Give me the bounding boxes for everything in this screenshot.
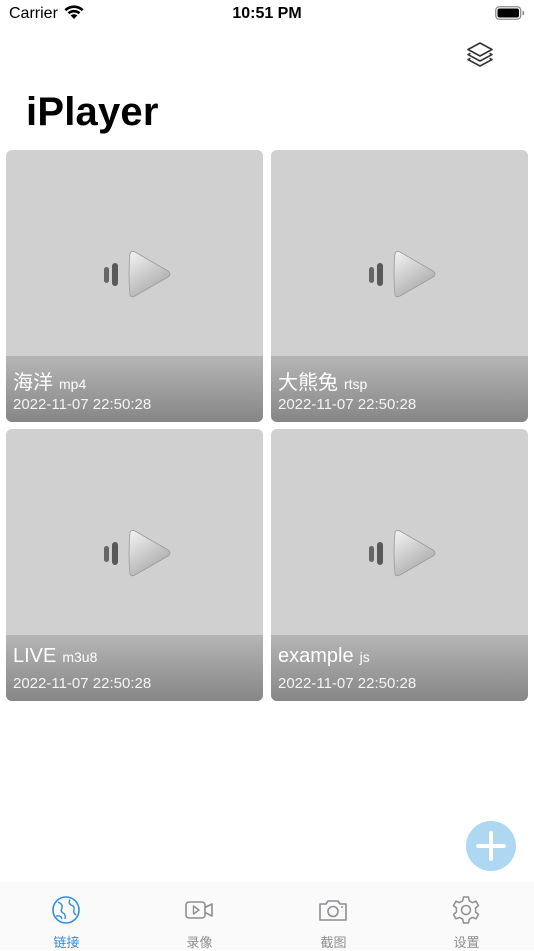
tab-recordings[interactable]: 录像 xyxy=(133,882,266,951)
video-camera-icon xyxy=(185,901,213,919)
card-name: example xyxy=(278,645,354,667)
card-title-row: LIVE m3u8 xyxy=(13,645,97,668)
tab-screenshots[interactable]: 截图 xyxy=(267,882,400,951)
card-name: LIVE xyxy=(13,645,57,667)
tab-label: 录像 xyxy=(186,936,213,951)
gear-icon xyxy=(452,896,480,924)
layers-button[interactable] xyxy=(462,40,498,70)
card-date: 2022-11-07 22:50:28 xyxy=(278,675,417,692)
status-bar: Carrier 10:51 PM xyxy=(0,0,534,30)
tab-links[interactable]: 链接 xyxy=(0,882,133,951)
play-speaker-icon xyxy=(104,250,171,298)
status-time: 10:51 PM xyxy=(232,5,302,22)
tab-label: 截图 xyxy=(320,936,347,951)
card-date: 2022-11-07 22:50:28 xyxy=(278,396,417,413)
tab-label: 链接 xyxy=(53,936,80,951)
media-card[interactable]: LIVE m3u8 2022-11-07 22:50:28 xyxy=(6,429,263,701)
media-card[interactable]: example js 2022-11-07 22:50:28 xyxy=(271,429,528,701)
tab-settings[interactable]: 设置 xyxy=(400,882,533,951)
media-grid: 海洋 mp4 2022-11-07 22:50:28 大熊兔 rtsp 2022-1… xyxy=(6,150,528,702)
globe-icon xyxy=(52,896,80,924)
media-card[interactable]: 海洋 mp4 2022-11-07 22:50:28 xyxy=(6,150,263,422)
card-title-row: 大熊兔 rtsp xyxy=(278,366,367,395)
battery-icon xyxy=(495,6,525,20)
play-speaker-icon xyxy=(369,529,436,577)
card-name: 海洋 xyxy=(13,372,53,394)
card-format: m3u8 xyxy=(62,649,98,665)
play-speaker-icon xyxy=(104,529,171,577)
play-speaker-icon xyxy=(369,250,436,298)
add-button[interactable] xyxy=(466,821,516,871)
page-title: iPlayer xyxy=(26,90,159,134)
layers-icon xyxy=(467,42,493,67)
card-format: mp4 xyxy=(59,376,87,392)
camera-icon xyxy=(319,900,347,921)
card-name: 大熊兔 xyxy=(278,372,338,394)
card-format: js xyxy=(359,649,370,665)
card-date: 2022-11-07 22:50:28 xyxy=(13,396,152,413)
tab-bar: 链接 录像 截图 设置 xyxy=(0,882,534,951)
plus-icon xyxy=(476,831,506,861)
card-format: rtsp xyxy=(344,376,368,392)
card-date: 2022-11-07 22:50:28 xyxy=(13,675,152,692)
tab-label: 设置 xyxy=(453,936,480,951)
card-title-row: example js xyxy=(278,645,370,668)
card-title-row: 海洋 mp4 xyxy=(13,366,86,395)
media-card[interactable]: 大熊兔 rtsp 2022-11-07 22:50:28 xyxy=(271,150,528,422)
